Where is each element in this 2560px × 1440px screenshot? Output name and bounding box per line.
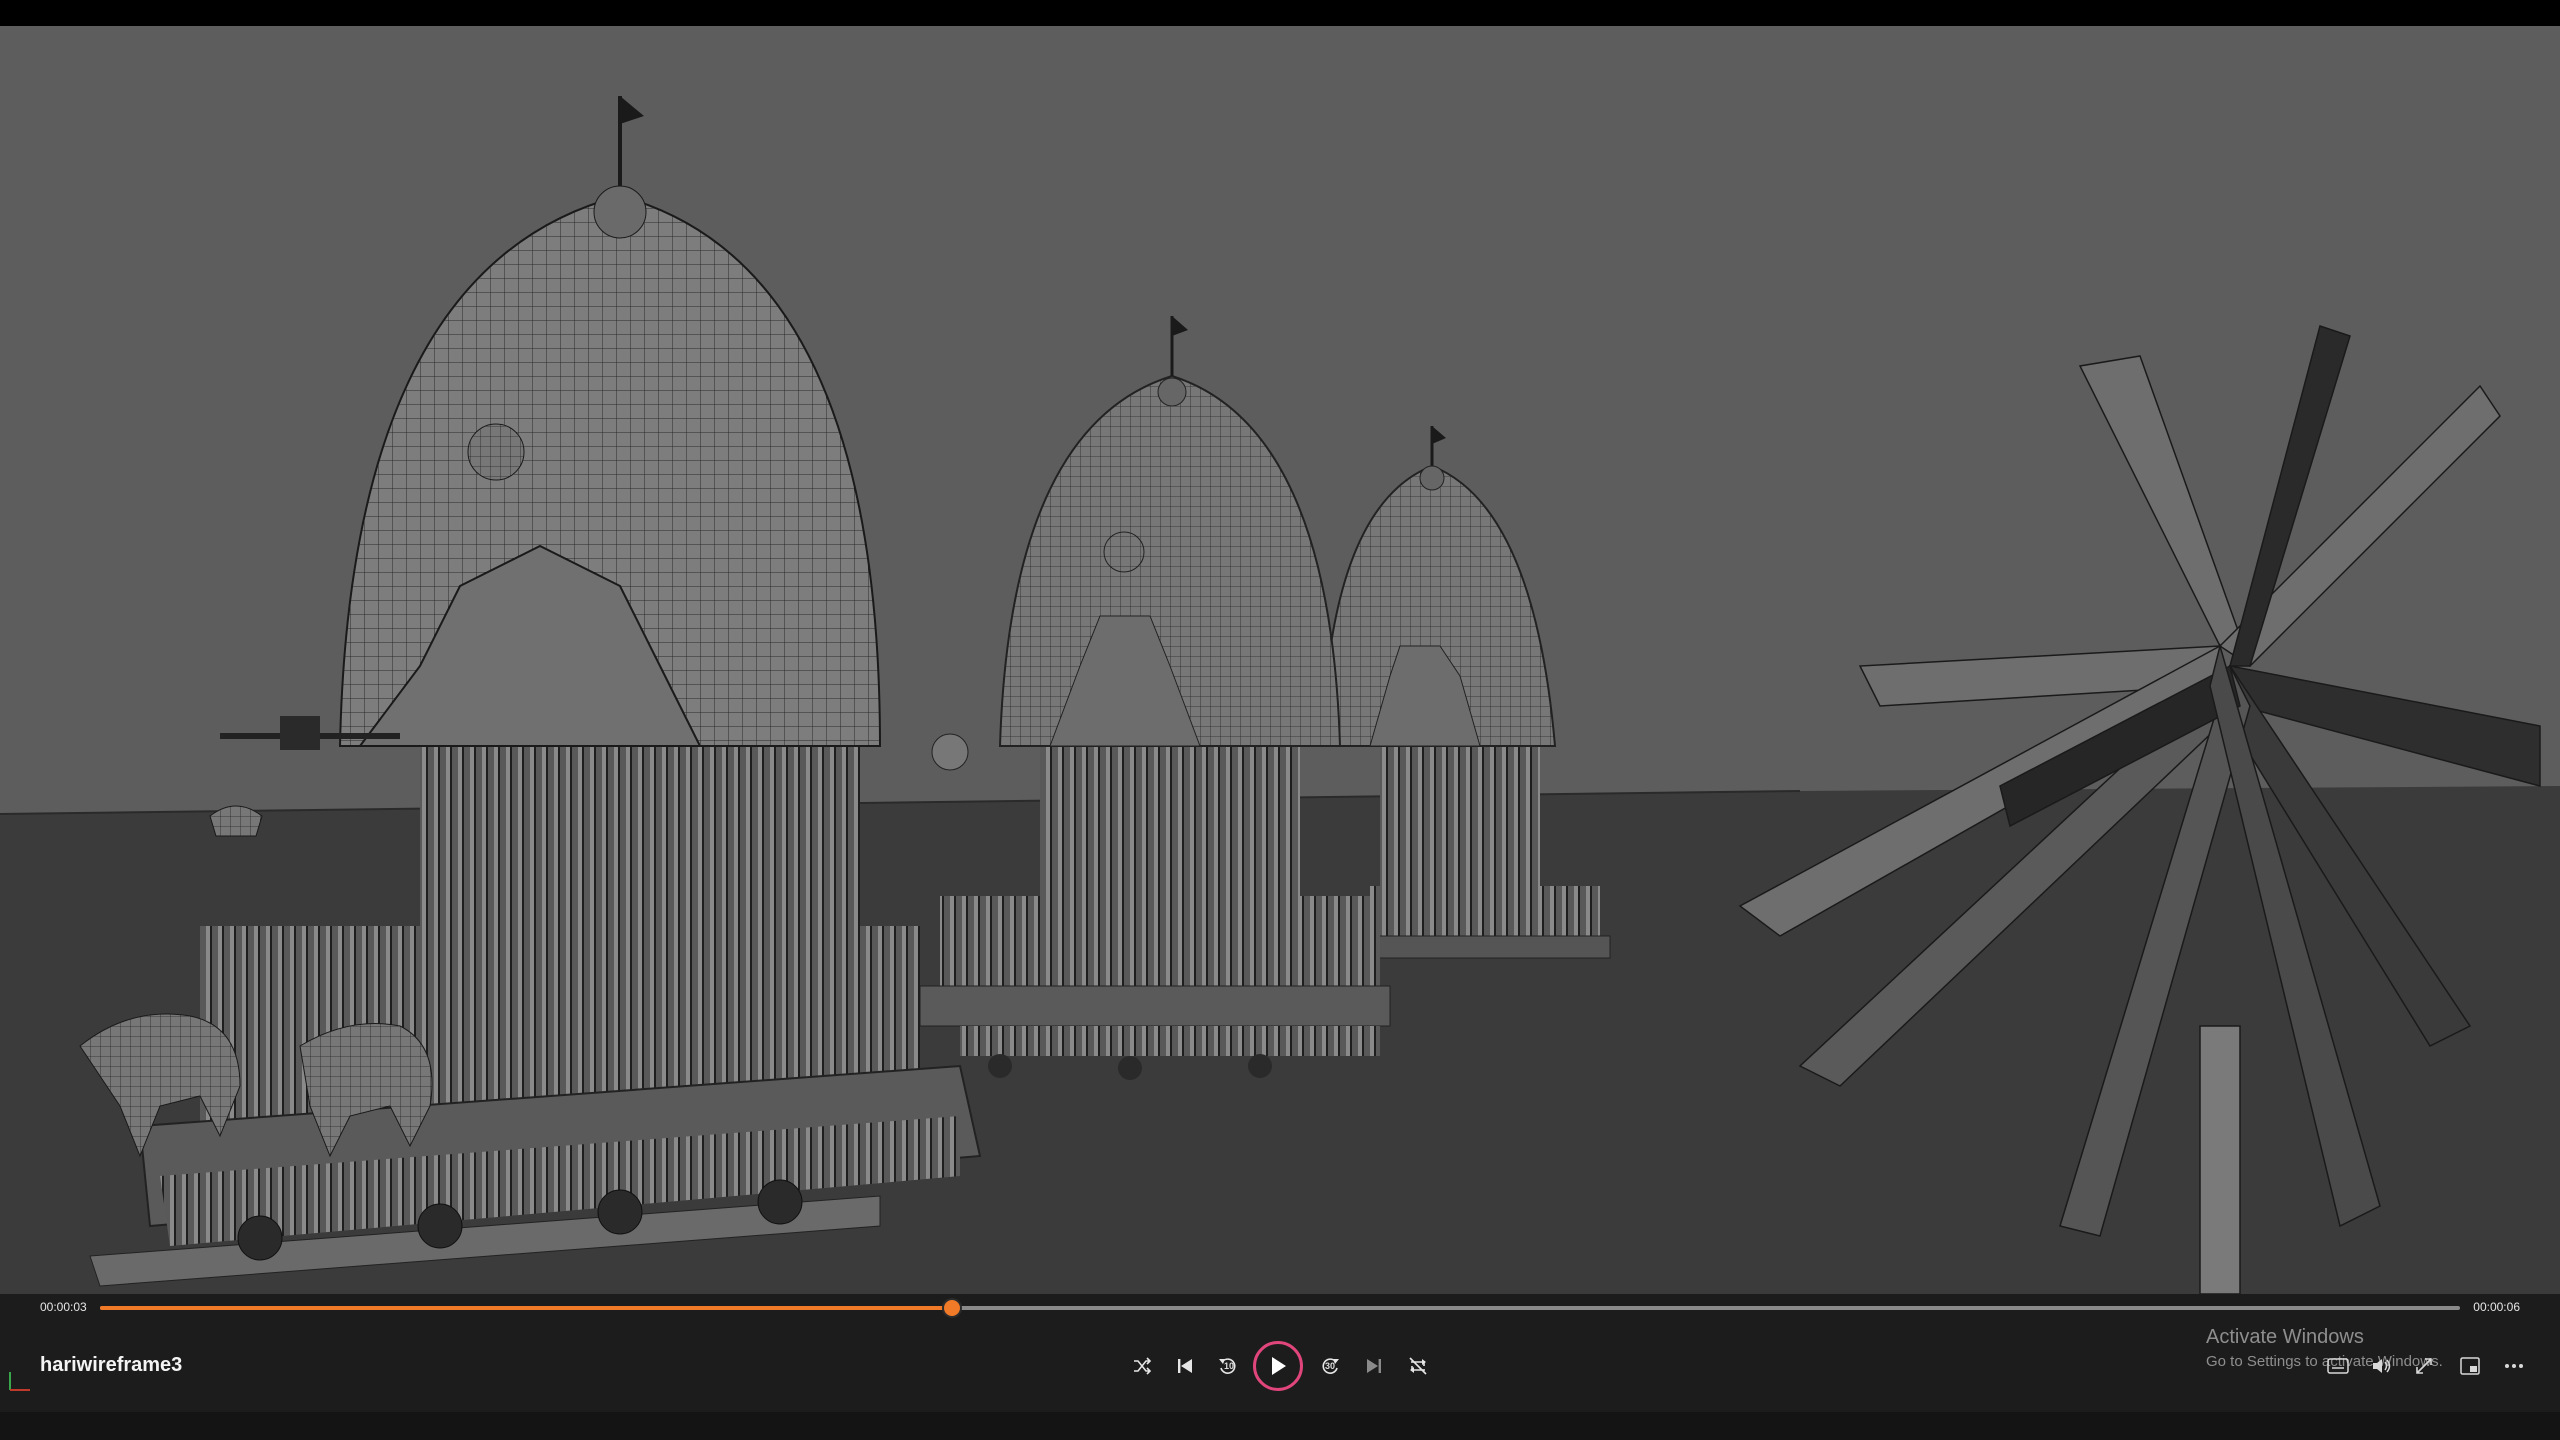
play-button[interactable] bbox=[1253, 1341, 1303, 1391]
top-letterbox bbox=[0, 0, 2560, 26]
chariot-large bbox=[79, 96, 982, 1287]
previous-button[interactable] bbox=[1167, 1348, 1203, 1384]
repeat-button[interactable] bbox=[1400, 1348, 1436, 1384]
next-button[interactable] bbox=[1356, 1348, 1392, 1384]
seek-bar-progress bbox=[100, 1306, 952, 1310]
repeat-off-icon bbox=[1409, 1357, 1427, 1375]
fullscreen-button[interactable] bbox=[2406, 1348, 2442, 1384]
axis-gizmo-icon bbox=[9, 1372, 30, 1391]
current-time: 00:00:03 bbox=[40, 1300, 87, 1314]
seek-thumb[interactable] bbox=[943, 1300, 960, 1316]
shuffle-icon bbox=[1134, 1357, 1152, 1375]
skip-forward-button[interactable]: 30 bbox=[1312, 1348, 1348, 1384]
play-icon bbox=[1272, 1357, 1286, 1375]
skip-back-seconds: 10 bbox=[1224, 1361, 1235, 1371]
mini-player-icon bbox=[2460, 1357, 2480, 1375]
watermark-title: Activate Windows bbox=[2206, 1326, 2364, 1348]
seek-bar[interactable] bbox=[100, 1300, 2460, 1316]
volume-icon bbox=[2373, 1359, 2391, 1373]
mini-player-button[interactable] bbox=[2452, 1348, 2488, 1384]
more-options-button[interactable] bbox=[2496, 1348, 2532, 1384]
volume-button[interactable] bbox=[2364, 1348, 2400, 1384]
previous-track-icon bbox=[1178, 1359, 1192, 1373]
next-track-icon bbox=[1367, 1359, 1381, 1373]
bottom-letterbox bbox=[0, 1412, 2560, 1440]
skip-forward-seconds: 30 bbox=[1325, 1361, 1336, 1371]
captions-icon bbox=[2327, 1358, 2349, 1374]
captions-button[interactable] bbox=[2320, 1348, 2356, 1384]
wireframe-scene bbox=[0, 96, 2560, 1294]
shuffle-button[interactable] bbox=[1124, 1348, 1160, 1384]
media-title: hariwireframe3 bbox=[40, 1354, 183, 1376]
video-viewport[interactable] bbox=[0, 26, 2560, 1294]
more-options-icon bbox=[2505, 1364, 2523, 1368]
chariot-medium bbox=[919, 316, 1391, 1080]
skip-back-button[interactable]: 10 bbox=[1210, 1348, 1246, 1384]
total-time: 00:00:06 bbox=[2473, 1300, 2520, 1314]
fullscreen-icon bbox=[2416, 1358, 2432, 1374]
